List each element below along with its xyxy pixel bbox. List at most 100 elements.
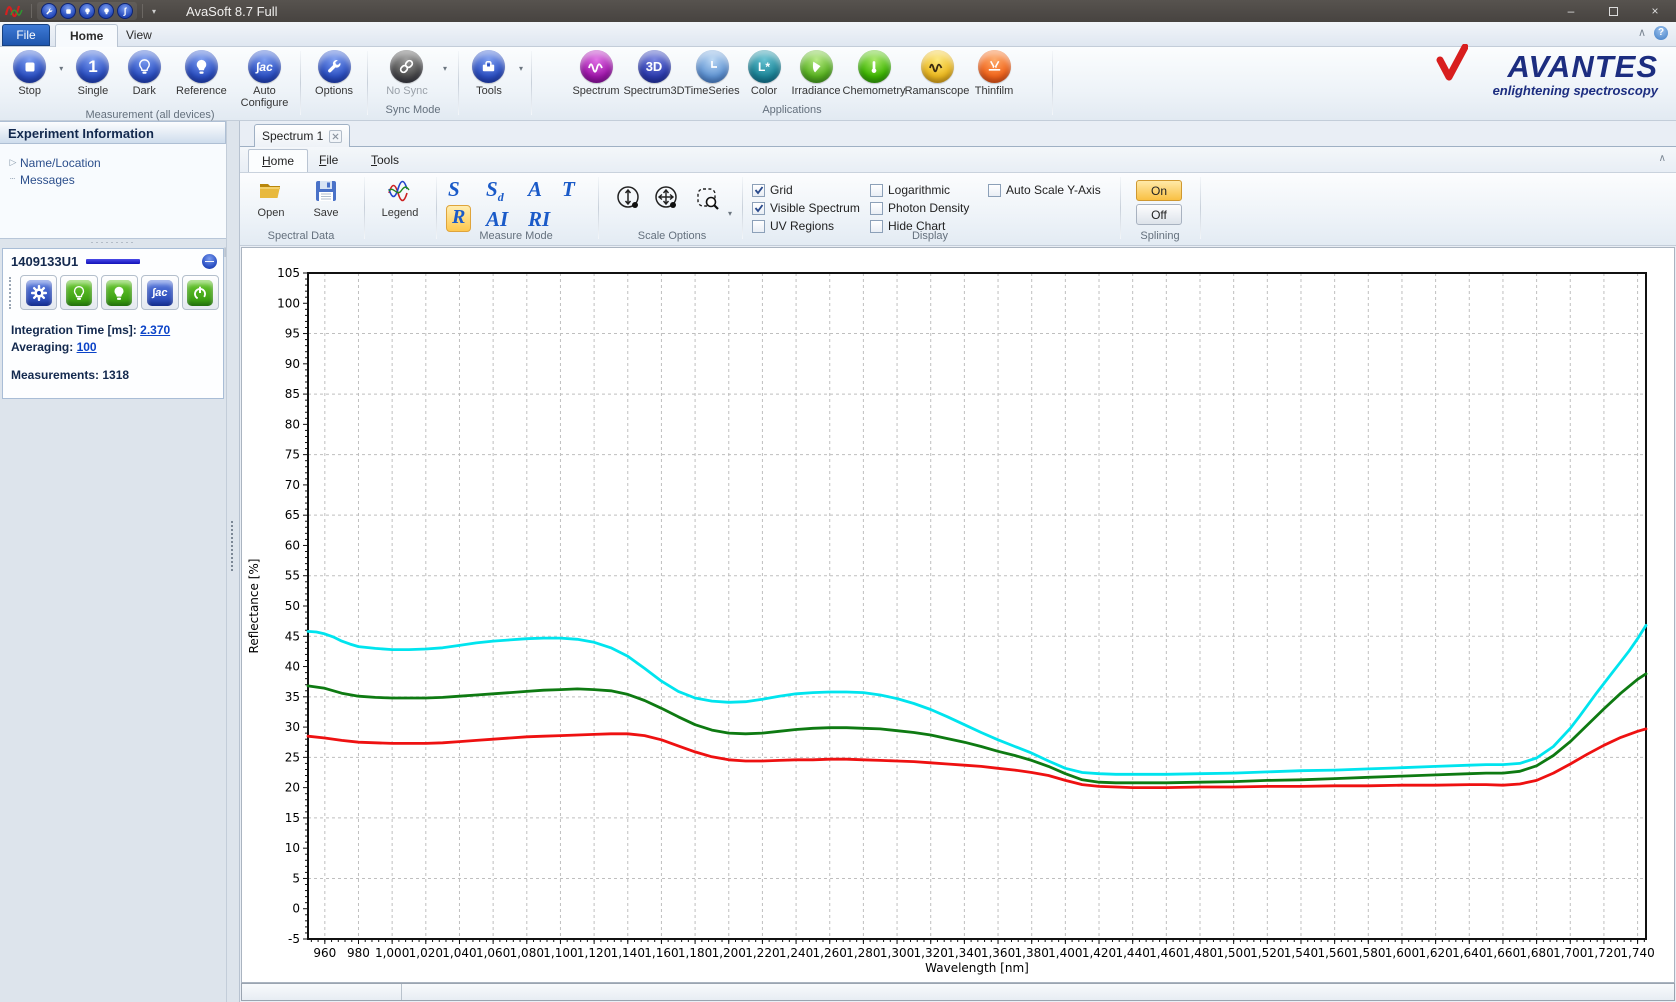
options-button[interactable]: Options [309,50,359,97]
stop-button[interactable]: Stop [8,50,51,97]
tools-dropdown-icon[interactable]: ▾ [519,64,523,73]
tools-button[interactable]: Tools [467,50,511,97]
collapse-doc-ribbon-icon[interactable]: ∧ [1659,153,1666,164]
x-tick-label: 1,340 [947,946,981,960]
checkbox-label: Visible Spectrum [770,201,860,215]
toolbar-grip[interactable] [9,277,14,309]
collapse-ribbon-icon[interactable]: ∧ [1638,26,1646,40]
checked-box-icon[interactable] [752,184,765,197]
tree-item-name-location[interactable]: ▷ Name/Location [6,154,220,171]
dark-bulb-icon[interactable] [79,3,95,19]
thinfilm-button[interactable]: Thinfilm [972,50,1016,97]
help-icon[interactable]: ? [1654,26,1668,40]
device-dark-button[interactable] [60,275,97,310]
x-tick-label: 1,040 [442,946,476,960]
unchecked-box-icon[interactable] [988,184,1001,197]
zoom-selection-icon [694,185,722,213]
x-tick-label: 1,560 [1317,946,1351,960]
dark-bulb-icon [128,50,161,83]
dark-button[interactable]: Dark [123,50,166,97]
mode-transmittance[interactable]: T [562,177,575,202]
device-reference-button[interactable] [101,275,138,310]
checked-box-icon[interactable] [752,202,765,215]
stop-icon [13,50,46,83]
integration-time-value[interactable]: 2.370 [140,323,170,337]
y-tick-label: 75 [285,448,300,462]
color-button[interactable]: L* Color [742,50,786,97]
collapse-device-panel-button[interactable]: — [202,254,217,269]
close-tab-icon[interactable] [329,130,342,143]
tree-item-messages[interactable]: ⵈ Messages [6,171,220,188]
x-tick-label: 1,500 [1216,946,1250,960]
color-icon: L* [748,50,781,83]
stop-icon[interactable] [60,3,76,19]
tab-home[interactable]: Home [55,24,118,47]
unchecked-box-icon[interactable] [752,220,765,233]
open-button[interactable]: Open [245,179,297,219]
sync-dropdown-icon[interactable]: ▾ [443,64,447,73]
checkbox-logarithmic[interactable]: Logarithmic [870,181,980,199]
restore-button[interactable] [1592,1,1634,21]
pan-icon [654,185,680,213]
irradiance-button[interactable]: Irradiance [788,50,844,97]
splining-off-button[interactable]: Off [1136,204,1182,225]
legend-button[interactable]: Legend [374,179,426,219]
device-power-button[interactable] [182,275,219,310]
zoom-selection-button[interactable] [694,185,722,216]
mode-relative-irradiance[interactable]: RI [528,207,550,232]
single-button[interactable]: 1 Single [71,50,114,97]
mode-scope[interactable]: S [448,177,460,202]
checkbox-photon-density[interactable]: Photon Density [870,199,980,217]
spectrum3d-button[interactable]: 3D Spectrum3D [626,50,682,97]
unchecked-box-icon[interactable] [870,184,883,197]
scale-y-axis-button[interactable] [616,185,642,216]
doc-tab-home[interactable]: Home [248,149,308,172]
mode-absorbance[interactable]: A [528,177,542,202]
tab-view[interactable]: View [112,24,166,47]
mode-absolute-irradiance[interactable]: AI [486,207,508,232]
close-button[interactable]: × [1634,1,1676,21]
no-sync-button[interactable]: No Sync [379,50,435,97]
minimize-button[interactable]: – [1550,1,1592,21]
unchecked-box-icon[interactable] [870,202,883,215]
checkbox-visible-spectrum[interactable]: Visible Spectrum [752,199,862,217]
x-tick-label: 1,720 [1587,946,1621,960]
reference-bulb-icon[interactable] [98,3,114,19]
quick-access-dropdown-icon[interactable]: ▾ [152,7,156,16]
doc-tab-file[interactable]: File [306,149,351,172]
document-area: Spectrum 1 Home File Tools ∧ Open Save S… [240,121,1676,1002]
stop-dropdown-icon[interactable]: ▾ [59,64,63,73]
avantes-tagline: enlightening spectroscopy [1398,83,1658,98]
timeseries-button[interactable]: TimeSeries [684,50,740,97]
reference-button[interactable]: Reference [174,50,229,97]
options-icon[interactable] [41,3,57,19]
save-button[interactable]: Save [300,179,352,219]
pan-button[interactable] [654,185,680,216]
group-separator [1200,177,1201,239]
spectrum-chart[interactable]: -505101520253035404550556065707580859095… [241,247,1675,983]
device-settings-button[interactable] [20,275,57,310]
spectrum-document-tab[interactable]: Spectrum 1 [254,124,350,147]
checkbox-auto-scale-y-axis[interactable]: Auto Scale Y-Axis [988,181,1118,199]
mode-reflectance-selected[interactable]: R [446,205,471,232]
chart-canvas[interactable]: -505101520253035404550556065707580859095… [242,248,1674,982]
chemometry-button[interactable]: Chemometry [846,50,902,97]
titlebar-separator [31,4,32,18]
averaging-value[interactable]: 100 [77,340,97,354]
file-menu-button[interactable]: File [2,24,50,46]
y-tick-label: 105 [277,266,300,280]
mode-scope-minus-dark[interactable]: Sd [486,177,504,205]
doc-tab-tools[interactable]: Tools [358,149,412,172]
ramanscope-button[interactable]: Ramanscope [904,50,970,97]
y-tick-label: 0 [292,902,300,916]
device-autoconfigure-button[interactable]: ∫ac [141,275,178,310]
zoom-dropdown-icon[interactable]: ▾ [728,209,732,218]
spectrum-button[interactable]: Spectrum [568,50,624,97]
vertical-splitter[interactable] [226,121,240,1002]
splining-on-button[interactable]: On [1136,180,1182,201]
expand-arrow-icon[interactable]: ▷ [6,157,20,168]
autoconfigure-icon[interactable]: ∫ [117,3,133,19]
group-caption: Measure Mode [436,230,596,242]
checkbox-grid[interactable]: Grid [752,181,862,199]
auto-configure-button[interactable]: ∫ac AutoConfigure [237,50,292,109]
